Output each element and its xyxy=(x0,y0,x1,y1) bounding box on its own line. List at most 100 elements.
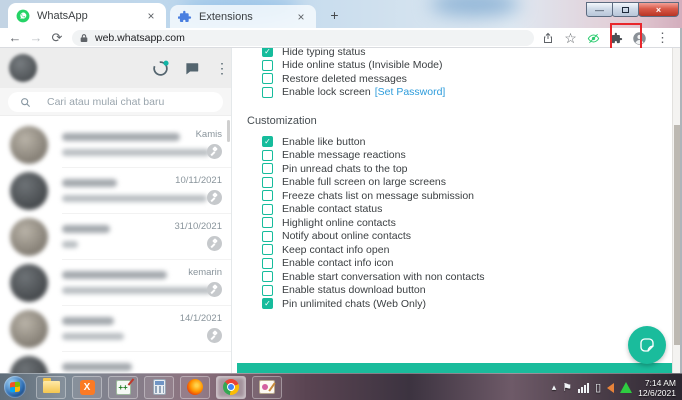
new-chat-icon[interactable] xyxy=(184,61,200,76)
setting-row: ✓ Restore deleted messages xyxy=(232,72,672,86)
save-bar[interactable] xyxy=(237,363,672,373)
volume-icon[interactable] xyxy=(607,382,615,393)
browser-menu-icon[interactable]: ⋮ xyxy=(651,29,674,47)
system-tray: ▴ ⚑ ▯ 7:14 AM 12/6/2021 xyxy=(552,374,680,400)
chat-list-item[interactable] xyxy=(0,352,231,373)
checkbox[interactable]: ✓ xyxy=(262,136,273,148)
paint-icon xyxy=(259,380,275,394)
setting-row: ✓ Freeze chats list on message submissio… xyxy=(232,189,672,203)
setting-label: Enable full screen on large screens xyxy=(282,176,447,189)
invisible-mode-extension-icon[interactable] xyxy=(582,29,605,47)
checkbox[interactable]: ✓ xyxy=(262,271,273,283)
search-input[interactable]: Cari atau mulai chat baru xyxy=(8,92,223,112)
redacted-chat-preview xyxy=(62,287,212,294)
safely-remove-icon[interactable]: ▯ xyxy=(595,381,601,394)
setting-label: Pin unread chats to the top xyxy=(282,162,408,175)
setting-label: Enable like button xyxy=(282,135,366,148)
setting-row: ✓ Enable lock screen [Set Password] xyxy=(232,86,672,100)
lock-icon xyxy=(80,34,88,42)
setting-row: ✓ Notify about online contacts xyxy=(232,230,672,244)
taskbar: X ++ ▴ ⚑ ▯ 7:14 AM 12/6/2021 xyxy=(0,373,682,400)
checkbox[interactable]: ✓ xyxy=(262,257,273,269)
setting-label: Notify about online contacts xyxy=(282,230,411,243)
back-button[interactable]: ← xyxy=(6,28,24,48)
reload-button[interactable]: ⟳ xyxy=(48,28,66,48)
window-controls: — × xyxy=(586,2,679,17)
bookmark-star-icon[interactable]: ☆ xyxy=(559,29,582,47)
tab-whatsapp[interactable]: WhatsApp × xyxy=(8,3,166,28)
setting-label: Freeze chats list on message submission xyxy=(282,189,474,202)
chat-list-item[interactable]: kemarin xyxy=(0,260,231,306)
checkbox[interactable]: ✓ xyxy=(262,284,273,296)
checkbox[interactable]: ✓ xyxy=(262,73,273,85)
tab-close-icon[interactable]: × xyxy=(294,10,308,24)
checkbox[interactable]: ✓ xyxy=(262,86,273,98)
close-button[interactable]: × xyxy=(638,2,679,17)
chat-list-item[interactable]: 10/11/2021 xyxy=(0,168,231,214)
sticker-icon xyxy=(640,338,654,352)
setting-label: Enable contact info icon xyxy=(282,257,394,270)
address-bar[interactable]: web.whatsapp.com xyxy=(72,30,534,46)
minimize-button[interactable]: — xyxy=(586,2,613,17)
new-tab-button[interactable]: + xyxy=(326,7,343,24)
antivirus-icon[interactable] xyxy=(620,382,633,393)
share-icon[interactable] xyxy=(536,29,559,47)
forward-button[interactable]: → xyxy=(27,28,45,48)
chat-list-item[interactable]: Kamis xyxy=(0,122,231,168)
tray-clock[interactable]: 7:14 AM 12/6/2021 xyxy=(638,378,676,398)
folder-icon xyxy=(42,378,60,393)
extension-settings-panel: ✓ Hide typing status ✓ Hide online statu… xyxy=(232,48,672,373)
tab-extensions[interactable]: Extensions × xyxy=(170,5,316,28)
sticker-fab-button[interactable] xyxy=(628,326,666,364)
set-password-link[interactable]: [Set Password] xyxy=(375,86,446,98)
start-button[interactable] xyxy=(4,376,26,398)
taskbar-item-dev-cpp[interactable]: ++ xyxy=(108,375,138,399)
pinned-icon xyxy=(207,144,222,159)
sidebar-menu-icon[interactable]: ⋮ xyxy=(215,59,229,77)
checkbox[interactable]: ✓ xyxy=(262,190,273,202)
setting-row: ✓ Enable message reactions xyxy=(232,149,672,163)
setting-label: Keep contact info open xyxy=(282,243,390,256)
user-avatar[interactable] xyxy=(9,54,37,82)
tab-close-icon[interactable]: × xyxy=(144,9,158,23)
checkbox[interactable]: ✓ xyxy=(262,176,273,188)
checkbox[interactable]: ✓ xyxy=(262,230,273,242)
wallpaper-blob xyxy=(430,0,520,16)
checkbox[interactable]: ✓ xyxy=(262,163,273,175)
tray-date: 12/6/2021 xyxy=(638,387,676,398)
search-placeholder: Cari atau mulai chat baru xyxy=(47,96,165,108)
xampp-icon: X xyxy=(79,379,95,395)
content-scrollbar[interactable] xyxy=(672,48,680,373)
setting-row: ✓ Enable full screen on large screens xyxy=(232,176,672,190)
chat-avatar xyxy=(10,356,48,373)
profile-avatar-icon[interactable] xyxy=(628,29,651,47)
action-center-flag-icon[interactable]: ⚑ xyxy=(562,381,572,394)
taskbar-item-xampp[interactable]: X xyxy=(72,375,102,399)
taskbar-item-explorer[interactable] xyxy=(36,375,66,399)
tray-expand-icon[interactable]: ▴ xyxy=(552,382,557,393)
checkbox[interactable]: ✓ xyxy=(262,59,273,71)
checkbox[interactable]: ✓ xyxy=(262,48,273,58)
extensions-puzzle-icon[interactable] xyxy=(605,29,628,47)
checkbox[interactable]: ✓ xyxy=(262,298,273,310)
checkbox[interactable]: ✓ xyxy=(262,149,273,161)
chat-list-item[interactable]: 14/1/2021 xyxy=(0,306,231,352)
taskbar-item-paint[interactable] xyxy=(252,375,282,399)
setting-label: Pin unlimited chats (Web Only) xyxy=(282,297,426,310)
sidebar-scrollbar[interactable] xyxy=(227,120,230,142)
taskbar-item-firefox[interactable] xyxy=(180,375,210,399)
status-icon[interactable] xyxy=(152,60,169,77)
taskbar-item-chrome-active[interactable] xyxy=(216,375,246,399)
chat-avatar xyxy=(10,264,48,302)
setting-row: ✓ Enable contact info icon xyxy=(232,257,672,271)
checkbox[interactable]: ✓ xyxy=(262,203,273,215)
taskbar-item-calculator[interactable] xyxy=(144,375,174,399)
restore-button[interactable] xyxy=(612,2,639,17)
windows-logo-icon xyxy=(10,381,20,393)
network-signal-icon[interactable] xyxy=(578,382,590,393)
browser-toolbar: ← → ⟳ web.whatsapp.com ☆ ⋮ xyxy=(0,23,682,50)
chrome-icon xyxy=(223,379,239,395)
checkbox[interactable]: ✓ xyxy=(262,217,273,229)
chat-list-item[interactable]: 31/10/2021 xyxy=(0,214,231,260)
checkbox[interactable]: ✓ xyxy=(262,244,273,256)
